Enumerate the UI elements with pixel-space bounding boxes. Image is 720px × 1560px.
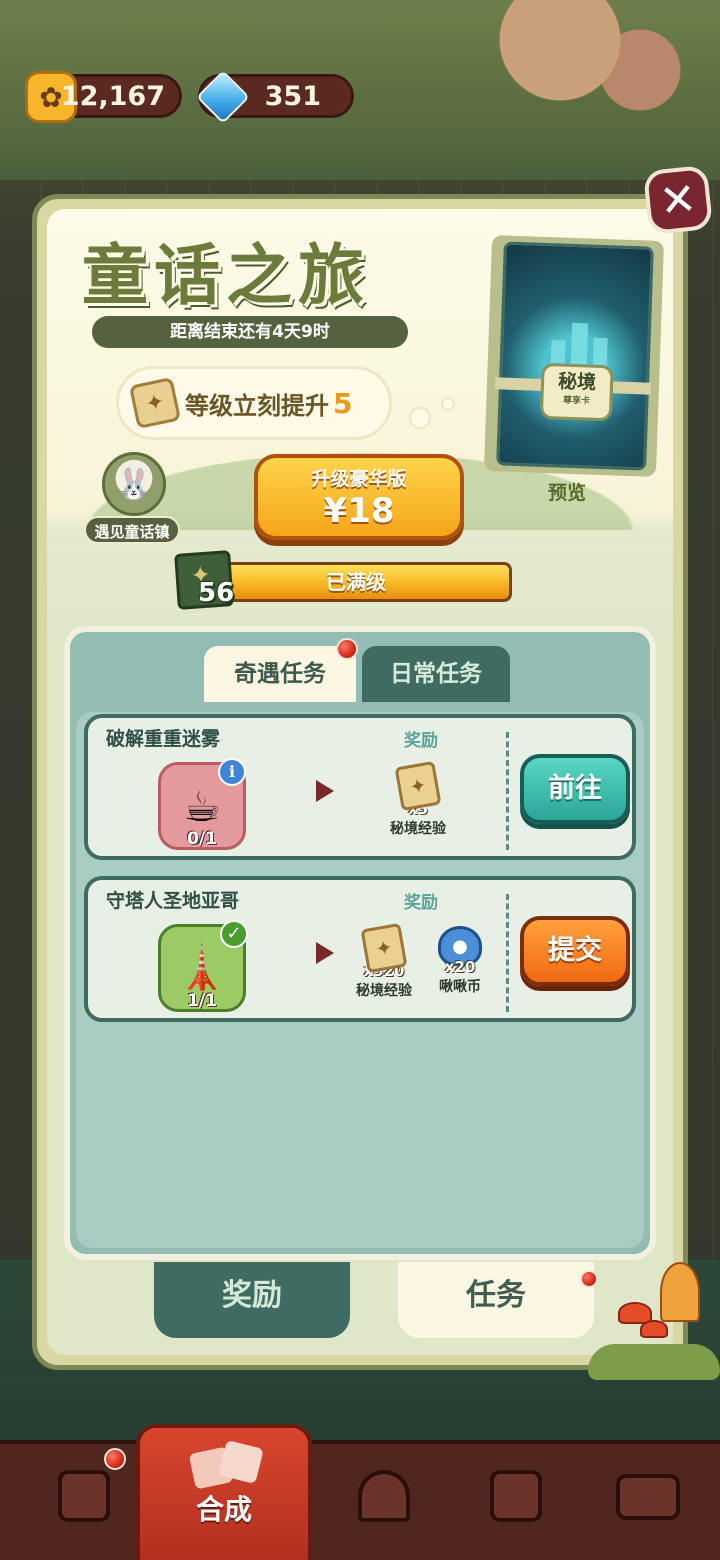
task-card: 守塔人圣地亚哥 奖励 🗼 1/1 ✓ ✦ x520 秘境经验 ● x20 啾啾币… [84, 876, 636, 1022]
scroll-icon: ✦ [128, 376, 182, 430]
level-boost-value: 5 [333, 386, 353, 420]
upgrade-label: 升级豪华版 [311, 468, 407, 490]
scroll-icon: ✦ [360, 922, 408, 974]
reward-item: ✦ x5 秘境经验 [388, 760, 448, 838]
nav-service[interactable] [312, 1448, 456, 1560]
check-icon: ✓ [220, 920, 248, 948]
upgrade-price: ¥18 [323, 491, 395, 531]
go-button[interactable]: 前往 [520, 754, 630, 824]
info-icon[interactable]: i [218, 758, 246, 786]
nav-bus[interactable] [576, 1448, 720, 1560]
upgrade-deluxe-button[interactable]: 升级豪华版 ¥18 [254, 454, 464, 540]
close-icon: ✕ [656, 172, 700, 228]
teacup-icon: ☕ [183, 781, 221, 831]
submit-button[interactable]: 提交 [520, 916, 630, 986]
gem-icon [196, 70, 250, 124]
divider [506, 732, 509, 850]
map-icon [490, 1470, 542, 1522]
paw-count: 12,167 [60, 80, 165, 112]
scroll-icon: ✦ [394, 760, 442, 812]
paw-currency: ✿ 12,167 [25, 71, 182, 123]
reward-item: ✦ x520 秘境经验 [354, 922, 414, 1000]
bus-icon [616, 1474, 680, 1520]
card-face [496, 241, 654, 471]
divider [506, 894, 509, 1012]
tab-daily-tasks[interactable]: 日常任务 [362, 646, 510, 702]
bubble-dot [409, 407, 431, 429]
town-label: 遇见童话镇 [84, 516, 180, 544]
task-progress: 1/1 [187, 991, 217, 1011]
secret-card[interactable]: 秘境 尊享卡 [483, 235, 665, 477]
arrow-right-icon [316, 942, 334, 964]
arrow-right-icon [316, 780, 334, 802]
task-name: 守塔人圣地亚哥 [106, 890, 240, 912]
task-name: 破解重重迷雾 [106, 728, 221, 750]
event-timer: 距离结束还有4天9时 [92, 316, 408, 348]
close-button[interactable]: ✕ [642, 164, 714, 236]
reward-label: 秘境经验 [390, 821, 446, 837]
reward-item: ● x20 啾啾币 [430, 926, 490, 996]
event-title: 童话之旅 [82, 236, 370, 314]
level-boost-bubble: ✦ 等级立刻提升 5 [116, 366, 455, 440]
reward-amount: x20 [444, 958, 476, 976]
gem-currency: 351 [196, 70, 354, 124]
level-boost-text: 等级立刻提升 [185, 391, 329, 420]
nav-shop[interactable] [12, 1448, 156, 1560]
reward-label: 啾啾币 [439, 979, 481, 995]
level-status: 已满级 [326, 570, 386, 594]
nav-merge[interactable]: 合成 [136, 1424, 312, 1560]
preview-link[interactable]: 预览 [540, 478, 594, 505]
notification-dot [336, 638, 358, 660]
reward-header: 奖励 [404, 893, 438, 913]
lighthouse-card-icon: 🗼 [175, 943, 229, 992]
nav-map[interactable] [444, 1448, 588, 1560]
card-badge: 秘境 尊享卡 [539, 362, 614, 422]
tab-tasks[interactable]: 任务 [398, 1262, 594, 1338]
card-subtitle: 尊享卡 [562, 395, 591, 407]
reward-header: 奖励 [404, 731, 438, 751]
task-card: 破解重重迷雾 奖励 ☕ 0/1 i ✦ x5 秘境经验 前往 [84, 714, 636, 860]
gem-count: 351 [264, 80, 321, 112]
reward-label: 秘境经验 [356, 983, 412, 999]
bag-icon [58, 1470, 110, 1522]
bubble-dot [441, 397, 455, 411]
level-number: 56 [198, 578, 235, 608]
mushroom-decoration [588, 1262, 720, 1382]
notification-dot [104, 1448, 126, 1470]
level-progress-bar: 已满级 [200, 562, 512, 602]
tab-encounter-tasks[interactable]: 奇遇任务 [204, 646, 356, 702]
card-title: 秘境 [557, 370, 597, 394]
task-progress: 0/1 [187, 829, 217, 849]
rabbit-icon: 🐰 [102, 452, 166, 516]
tab-rewards[interactable]: 奖励 [154, 1262, 350, 1338]
bell-icon [358, 1470, 410, 1522]
nav-merge-label: 合成 [195, 1493, 252, 1526]
cards-icon [188, 1439, 264, 1490]
